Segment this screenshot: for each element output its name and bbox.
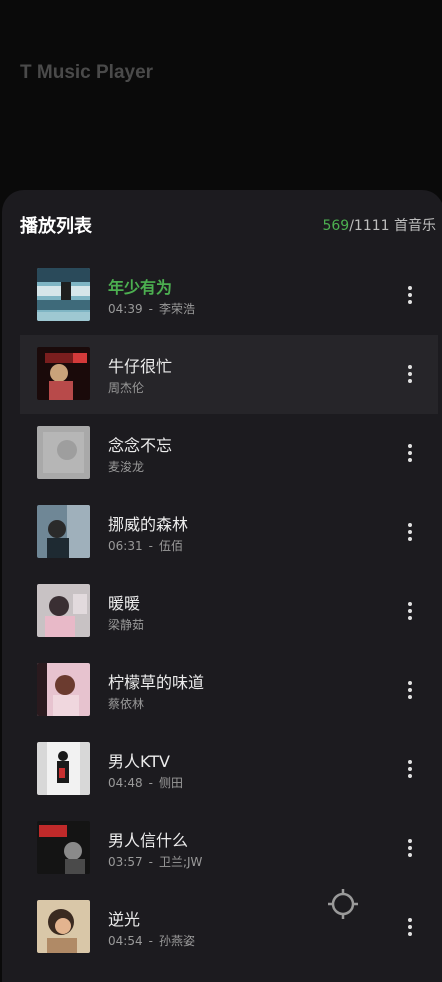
song-title: 柠檬草的味道 xyxy=(108,673,205,692)
song-meta: 麦浚龙 xyxy=(108,458,144,475)
song-meta: 周杰伦 xyxy=(108,379,144,396)
app-title: T Music Player xyxy=(20,62,154,83)
album-cover xyxy=(37,584,90,637)
song-row[interactable]: 男人KTV 04:48- 侧田 xyxy=(20,730,438,809)
more-vert-icon[interactable] xyxy=(400,441,420,465)
album-cover xyxy=(37,663,90,716)
song-row[interactable]: 男人信什么 03:57- 卫兰;JW xyxy=(20,809,438,888)
locate-crosshair-icon[interactable] xyxy=(326,887,360,921)
more-vert-icon[interactable] xyxy=(400,520,420,544)
song-duration: 03:57 xyxy=(108,855,143,869)
more-vert-icon[interactable] xyxy=(400,757,420,781)
more-vert-icon[interactable] xyxy=(400,362,420,386)
song-artist: 卫兰;JW xyxy=(158,855,203,869)
song-artist: 侧田 xyxy=(158,776,183,790)
album-cover xyxy=(37,347,90,400)
song-row[interactable]: 年少有为 04:39- 李荣浩 xyxy=(20,256,438,335)
meta-separator: - xyxy=(148,302,153,316)
song-count-total: 1111 xyxy=(353,218,390,234)
song-count-unit: 首音乐 xyxy=(394,218,436,234)
song-artist: 伍佰 xyxy=(158,539,183,553)
song-duration: 04:39 xyxy=(108,302,143,316)
more-vert-icon[interactable] xyxy=(400,678,420,702)
song-row[interactable]: 逆光 04:54- 孙燕姿 xyxy=(20,888,438,967)
song-artist: 麦浚龙 xyxy=(108,460,145,474)
song-artist: 蔡依林 xyxy=(108,697,145,711)
album-cover xyxy=(37,742,90,795)
meta-separator: - xyxy=(148,855,153,869)
album-cover xyxy=(37,821,90,874)
song-artist: 梁静茹 xyxy=(108,618,145,632)
song-meta: 06:31- 伍佰 xyxy=(108,537,183,554)
song-title: 男人信什么 xyxy=(108,831,189,850)
song-meta: 03:57- 卫兰;JW xyxy=(108,853,202,870)
song-title: 暖暖 xyxy=(108,594,141,613)
song-meta: 04:48- 侧田 xyxy=(108,774,183,791)
song-row[interactable]: 挪威的森林 06:31- 伍佰 xyxy=(20,493,438,572)
song-list: 年少有为 04:39- 李荣浩 牛仔很忙 周杰伦 念念不忘 麦浚龙 挪威的森林 … xyxy=(20,256,438,967)
meta-separator: - xyxy=(148,934,153,948)
more-vert-icon[interactable] xyxy=(400,836,420,860)
song-title: 逆光 xyxy=(108,910,141,929)
song-meta: 04:39- 李荣浩 xyxy=(108,300,195,317)
more-vert-icon[interactable] xyxy=(400,283,420,307)
playlist-header: 播放列表 569/1111 首音乐 xyxy=(2,190,442,256)
song-row[interactable]: 暖暖 梁静茹 xyxy=(20,572,438,651)
song-meta: 蔡依林 xyxy=(108,695,144,712)
more-vert-icon[interactable] xyxy=(400,915,420,939)
album-cover xyxy=(37,268,90,321)
song-row[interactable]: 牛仔很忙 周杰伦 xyxy=(20,335,438,414)
song-artist: 周杰伦 xyxy=(108,381,145,395)
album-cover xyxy=(37,900,90,953)
song-duration: 06:31 xyxy=(108,539,143,553)
song-artist: 李荣浩 xyxy=(158,302,195,316)
song-meta: 04:54- 孙燕姿 xyxy=(108,932,195,949)
song-row[interactable]: 念念不忘 麦浚龙 xyxy=(20,414,438,493)
album-cover xyxy=(37,426,90,479)
song-title: 年少有为 xyxy=(108,278,173,297)
song-count: 569/1111 首音乐 xyxy=(322,215,436,235)
meta-separator: - xyxy=(148,776,153,790)
more-vert-icon[interactable] xyxy=(400,599,420,623)
song-title: 男人KTV xyxy=(108,752,170,771)
song-title: 挪威的森林 xyxy=(108,515,189,534)
song-title: 牛仔很忙 xyxy=(108,357,173,376)
song-artist: 孙燕姿 xyxy=(158,934,195,948)
playlist-sheet: 播放列表 569/1111 首音乐 年少有为 04:39- 李荣浩 牛仔很忙 周… xyxy=(2,190,442,982)
song-duration: 04:54 xyxy=(108,934,143,948)
song-duration: 04:48 xyxy=(108,776,143,790)
song-meta: 梁静茹 xyxy=(108,616,144,633)
song-count-current: 569 xyxy=(322,218,350,234)
playlist-title: 播放列表 xyxy=(20,216,92,237)
meta-separator: - xyxy=(148,539,153,553)
album-cover xyxy=(37,505,90,558)
song-title: 念念不忘 xyxy=(108,436,173,455)
song-row[interactable]: 柠檬草的味道 蔡依林 xyxy=(20,651,438,730)
